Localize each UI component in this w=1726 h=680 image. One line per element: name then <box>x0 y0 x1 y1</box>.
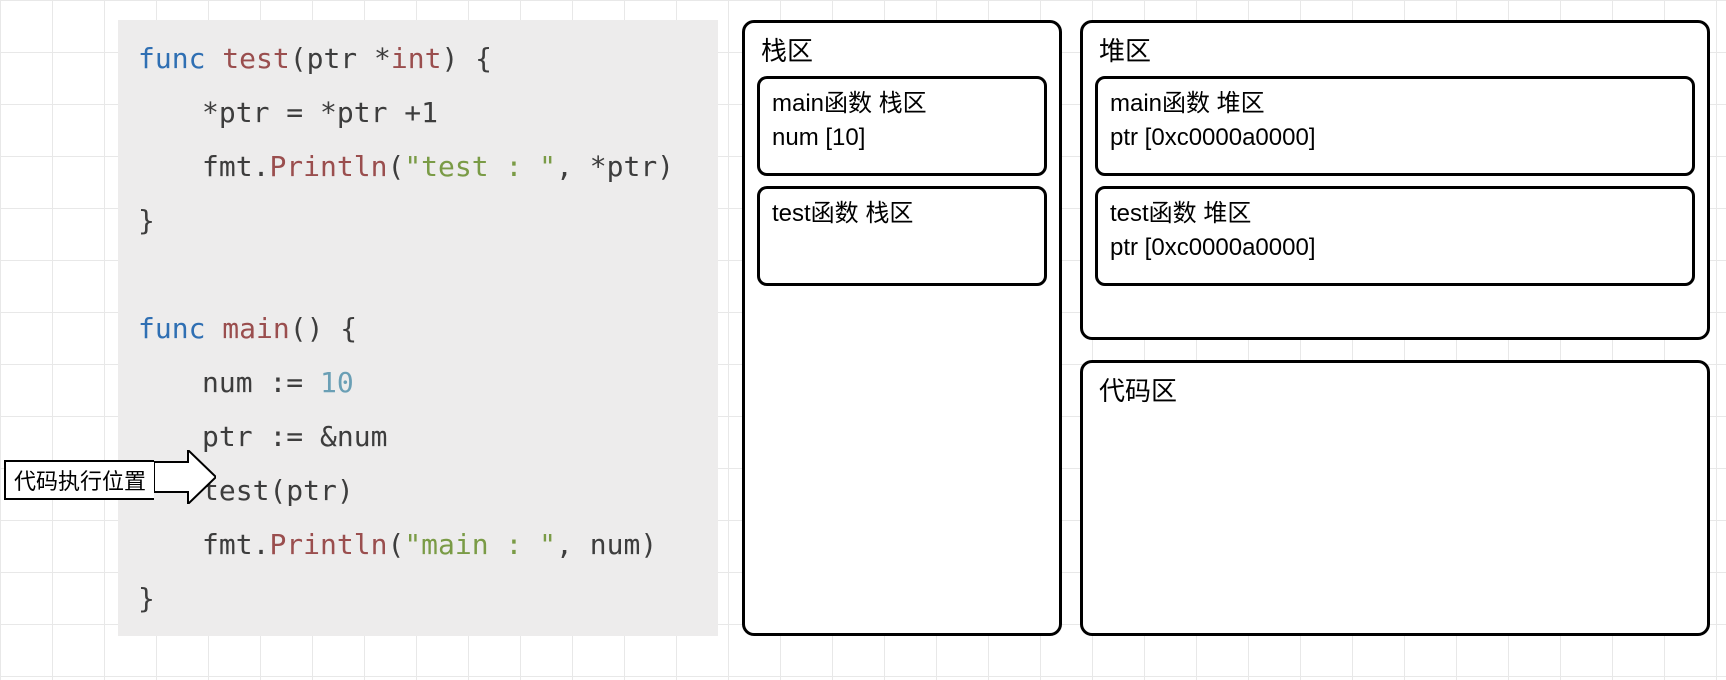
string-literal: "main : " <box>404 528 556 561</box>
brace-close: } <box>138 582 155 615</box>
var-ptr: ptr <box>202 420 269 453</box>
stack-main-frame: main函数 栈区 num [10] <box>757 76 1047 176</box>
dot: . <box>253 528 270 561</box>
execution-pointer: 代码执行位置 <box>4 450 216 509</box>
space <box>303 366 320 399</box>
heap-main-line1: ptr [0xc0000a0000] <box>1110 121 1680 155</box>
var-num: num <box>202 366 269 399</box>
string-literal: "test : " <box>404 150 556 183</box>
heap-area-title: 堆区 <box>1099 31 1695 68</box>
arrow-right-icon <box>154 450 216 509</box>
stack-test-frame: test函数 栈区 <box>757 186 1047 286</box>
literal-10: 10 <box>320 366 354 399</box>
pkg-fmt: fmt <box>202 528 253 561</box>
op-decl: := <box>269 366 303 399</box>
args-rest: , num) <box>556 528 657 561</box>
fn-println: Println <box>269 150 387 183</box>
op-decl: := <box>269 420 303 453</box>
dot: . <box>253 150 270 183</box>
args-rest: , *ptr) <box>556 150 674 183</box>
heap-main-frame: main函数 堆区 ptr [0xc0000a0000] <box>1095 76 1695 176</box>
stack-area: 栈区 main函数 栈区 num [10] test函数 栈区 <box>742 20 1062 636</box>
paren: ( <box>387 528 404 561</box>
fn-main-rest: () { <box>290 312 357 345</box>
addr-num: &num <box>303 420 387 453</box>
fn-test: test <box>222 42 289 75</box>
stack-main-title: main函数 栈区 <box>772 87 1032 121</box>
diagram-stage: func test(ptr *int) { *ptr = *ptr +1 fmt… <box>0 0 1726 680</box>
heap-test-line1: ptr [0xc0000a0000] <box>1110 231 1680 265</box>
pkg-fmt: fmt <box>202 150 253 183</box>
keyword-func: func <box>138 42 205 75</box>
code-line-2: *ptr = *ptr +1 <box>202 96 438 129</box>
code-area: 代码区 <box>1080 360 1710 636</box>
stack-main-line1: num [10] <box>772 121 1032 155</box>
heap-main-title: main函数 堆区 <box>1110 87 1680 121</box>
stack-area-title: 栈区 <box>761 31 1047 68</box>
heap-area: 堆区 main函数 堆区 ptr [0xc0000a0000] test函数 堆… <box>1080 20 1710 340</box>
stack-test-title: test函数 栈区 <box>772 197 1032 231</box>
fn-main: main <box>222 312 289 345</box>
code-snippet: func test(ptr *int) { *ptr = *ptr +1 fmt… <box>118 20 718 636</box>
heap-test-title: test函数 堆区 <box>1110 197 1680 231</box>
code-area-title: 代码区 <box>1099 371 1695 408</box>
keyword-func: func <box>138 312 205 345</box>
type-int: int <box>391 42 442 75</box>
execution-pointer-label: 代码执行位置 <box>4 460 154 500</box>
brace-close: } <box>138 204 155 237</box>
paren-close: ) { <box>441 42 492 75</box>
fn-println: Println <box>269 528 387 561</box>
paren: (ptr <box>290 42 374 75</box>
paren: ( <box>387 150 404 183</box>
call-test: test(ptr) <box>202 474 354 507</box>
heap-test-frame: test函数 堆区 ptr [0xc0000a0000] <box>1095 186 1695 286</box>
star: * <box>374 42 391 75</box>
